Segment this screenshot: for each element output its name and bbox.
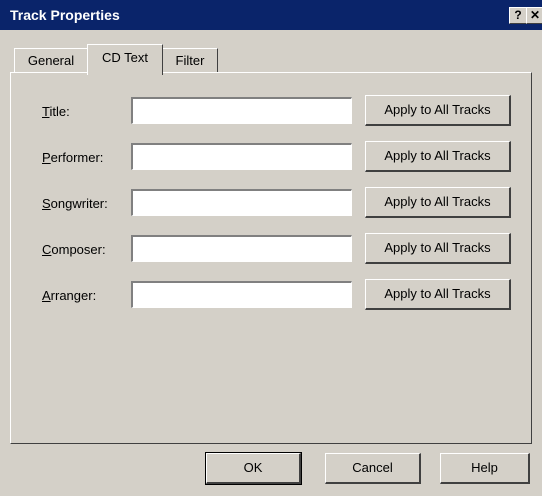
composer-input[interactable] xyxy=(131,235,352,262)
apply-performer-button[interactable]: Apply to All Tracks xyxy=(365,141,511,172)
close-icon[interactable]: ✕ xyxy=(526,7,542,24)
tab-filter[interactable]: Filter xyxy=(162,48,218,73)
arranger-label: Arranger: xyxy=(42,288,97,303)
tab-general[interactable]: General xyxy=(14,48,88,73)
apply-composer-button[interactable]: Apply to All Tracks xyxy=(365,233,511,264)
performer-input[interactable] xyxy=(131,143,352,170)
songwriter-label: Songwriter: xyxy=(42,196,108,211)
title-bar: Track Properties ? ✕ xyxy=(0,0,542,30)
title-input[interactable] xyxy=(131,97,352,124)
title-label: Title: xyxy=(42,104,70,119)
ok-button[interactable]: OK xyxy=(205,452,302,485)
apply-arranger-button[interactable]: Apply to All Tracks xyxy=(365,279,511,310)
composer-label: Composer: xyxy=(42,242,106,257)
performer-label: Performer: xyxy=(42,150,104,165)
tab-cd-text[interactable]: CD Text xyxy=(87,44,163,75)
songwriter-input[interactable] xyxy=(131,189,352,216)
apply-songwriter-button[interactable]: Apply to All Tracks xyxy=(365,187,511,218)
help-icon[interactable]: ? xyxy=(509,7,527,24)
arranger-input[interactable] xyxy=(131,281,352,308)
cancel-button[interactable]: Cancel xyxy=(325,453,421,484)
apply-title-button[interactable]: Apply to All Tracks xyxy=(365,95,511,126)
window-title: Track Properties xyxy=(10,7,120,23)
help-button[interactable]: Help xyxy=(440,453,530,484)
